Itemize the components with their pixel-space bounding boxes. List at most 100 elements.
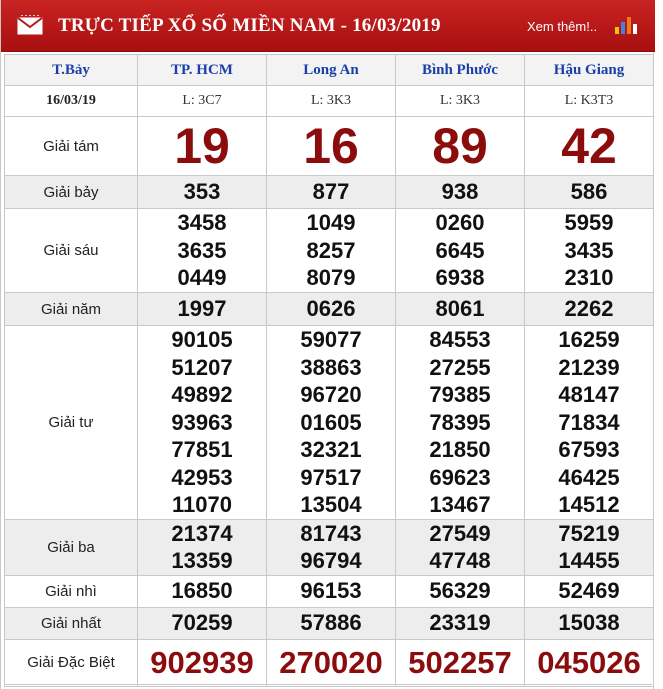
- prize-number: 8079: [306, 265, 356, 291]
- prize-number: 1997: [177, 296, 227, 322]
- prize-cell: 70259: [137, 606, 267, 640]
- prize-row: Giải Đặc Biệt 902939 270020 502257 045026: [4, 638, 654, 687]
- prize-cell: 16850: [137, 574, 267, 608]
- prize-cell: 81743 96794: [266, 518, 396, 576]
- prize-number: 42953: [171, 464, 233, 490]
- prize-number: 13504: [300, 492, 362, 517]
- prize-row: Giải sáu 3458 3635 0449 1049 8257 8079 0260 6645…: [4, 208, 654, 293]
- prize-number: 3458: [177, 210, 227, 236]
- prize-number: 51207: [171, 354, 233, 380]
- prize-number: 71834: [558, 409, 620, 435]
- prize-label: Giải sáu: [4, 208, 138, 293]
- prize-number: 96794: [300, 548, 362, 573]
- prize-label: Giải tám: [4, 116, 138, 176]
- header-bar: TRỰC TIẾP XỔ SỐ MIỀN NAM - 16/03/2019 Xe…: [1, 0, 655, 52]
- prize-row: Giải nhất 70259 57886 23319 15038: [4, 606, 654, 640]
- prize-number: 42: [561, 118, 617, 174]
- prize-number: 81743: [300, 520, 362, 546]
- prize-number: 96720: [300, 382, 362, 407]
- prize-cell: 27549 47748: [395, 518, 525, 576]
- prize-cell: 16259 21239 48147 71834 67593 46425 14512: [524, 325, 654, 520]
- prize-number: 84553: [429, 327, 491, 352]
- prize-number: 01605: [300, 409, 362, 435]
- day-cell: T.Bảy: [4, 54, 138, 86]
- page-title: TRỰC TIẾP XỔ SỐ MIỀN NAM - 16/03/2019: [58, 15, 441, 36]
- prize-cell: 16: [266, 116, 396, 176]
- prize-cell: 3458 3635 0449: [137, 208, 267, 293]
- prize-number: 78395: [429, 409, 491, 435]
- prize-number: 79385: [429, 382, 491, 407]
- prize-number: 67593: [558, 437, 620, 462]
- prize-cell: 586: [524, 175, 654, 209]
- prize-label: Giải nhất: [4, 606, 138, 640]
- prize-number: 045026: [537, 644, 641, 680]
- prize-number: 21239: [558, 354, 620, 380]
- prize-label: Giải bảy: [4, 175, 138, 209]
- prize-cell: 19: [137, 116, 267, 176]
- prize-number: 57886: [300, 610, 362, 636]
- bar-chart-icon[interactable]: [615, 16, 639, 34]
- prize-label: Giải ba: [4, 518, 138, 576]
- prize-number: 1049: [306, 210, 356, 236]
- prize-cell: 96153: [266, 574, 396, 608]
- prize-number: 49892: [171, 382, 233, 407]
- ticket-code: L: 3K3: [395, 85, 525, 117]
- prize-number: 59077: [300, 327, 362, 352]
- results-panel: TRỰC TIẾP XỔ SỐ MIỀN NAM - 16/03/2019 Xe…: [0, 0, 655, 689]
- results-table: T.Bảy TP. HCM Long An Bình Phước Hậu Gia…: [4, 54, 654, 687]
- see-more-link[interactable]: Xem thêm!..: [527, 19, 597, 34]
- prize-number: 89: [432, 118, 488, 174]
- prize-number: 877: [312, 179, 350, 205]
- prize-number: 14512: [558, 492, 620, 517]
- prize-cell: 21374 13359: [137, 518, 267, 576]
- prize-number: 586: [570, 179, 608, 205]
- prize-label: Giải năm: [4, 292, 138, 326]
- province-header-row: T.Bảy TP. HCM Long An Bình Phước Hậu Gia…: [4, 54, 654, 86]
- prize-cell: 2262: [524, 292, 654, 326]
- prize-label: Giải nhì: [4, 574, 138, 608]
- prize-number: 5959: [564, 210, 614, 236]
- prize-cell: 75219 14455: [524, 518, 654, 576]
- prize-number: 69623: [429, 464, 491, 490]
- prize-number: 6938: [435, 265, 485, 291]
- prize-number: 23319: [429, 610, 491, 636]
- prize-number: 96153: [300, 578, 362, 604]
- prize-number: 21850: [429, 437, 491, 462]
- prize-number: 77851: [171, 437, 233, 462]
- prize-row: Giải tư 90105 51207 49892 93963 77851 42953 110…: [4, 325, 654, 520]
- prize-number: 11070: [172, 492, 232, 517]
- prize-number: 3635: [177, 237, 227, 263]
- province-name: Bình Phước: [395, 54, 525, 86]
- prize-number: 14455: [558, 548, 620, 573]
- prize-number: 902939: [150, 644, 254, 680]
- prize-number: 19: [174, 118, 230, 174]
- prize-number: 502257: [408, 644, 512, 680]
- prize-number: 46425: [558, 464, 620, 490]
- prize-cell: 52469: [524, 574, 654, 608]
- prize-cell: 15038: [524, 606, 654, 640]
- prize-number: 6645: [435, 237, 485, 263]
- prize-number: 8061: [435, 296, 485, 322]
- prize-cell: 353: [137, 175, 267, 209]
- prize-cell: 1997: [137, 292, 267, 326]
- prize-cell: 502257: [395, 638, 525, 687]
- prize-cell: 5959 3435 2310: [524, 208, 654, 293]
- prize-cell: 23319: [395, 606, 525, 640]
- prize-row: Giải tám 19 16 89 42: [4, 116, 654, 176]
- prize-cell: 59077 38863 96720 01605 32321 97517 13504: [266, 325, 396, 520]
- prize-number: 8257: [306, 237, 356, 263]
- prize-number: 32321: [300, 437, 362, 462]
- prize-row: Giải bảy 353 877 938 586: [4, 175, 654, 209]
- prize-label: Giải Đặc Biệt: [4, 638, 138, 687]
- prize-number: 27255: [429, 354, 491, 380]
- mail-icon: [17, 15, 43, 35]
- prize-number: 38863: [300, 354, 362, 380]
- prize-number: 52469: [558, 578, 620, 604]
- ticket-code: L: 3K3: [266, 85, 396, 117]
- prize-cell: 902939: [137, 638, 267, 687]
- province-name: Hậu Giang: [524, 54, 654, 86]
- prize-cell: 89: [395, 116, 525, 176]
- prize-number: 27549: [429, 520, 491, 546]
- prize-cell: 90105 51207 49892 93963 77851 42953 11070: [137, 325, 267, 520]
- prize-number: 56329: [429, 578, 491, 604]
